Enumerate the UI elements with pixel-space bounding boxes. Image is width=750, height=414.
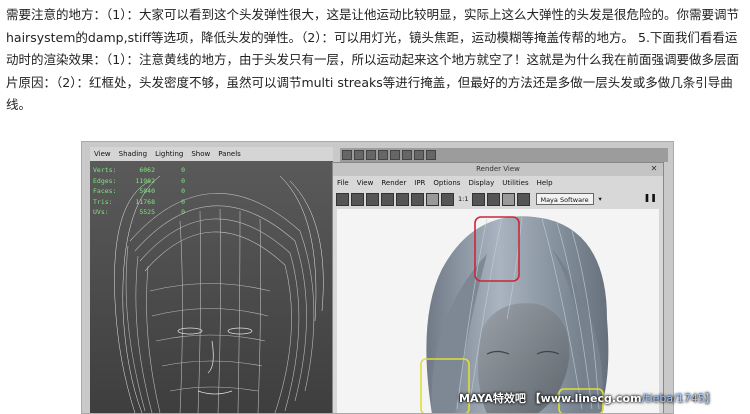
hud-value: 6062 bbox=[139, 166, 155, 174]
shelf-icon[interactable] bbox=[342, 150, 352, 160]
article-text-block: 需要注意的地方：（1）：大家可以看到这个头发弹性很大，这是让他运动比较明显，实际… bbox=[6, 4, 746, 117]
viewport-menu-lighting[interactable]: Lighting bbox=[151, 147, 187, 161]
ipr-render-icon[interactable] bbox=[351, 192, 364, 206]
render-menu-view[interactable]: View bbox=[353, 177, 378, 189]
watermark: MAYA特效吧 【www.linecg.com/tieba/1745】 bbox=[459, 390, 716, 406]
screenshot-image: View Shading Lighting Show Panels Verts:… bbox=[81, 141, 674, 414]
hud-row: UVs: 5525 0 bbox=[93, 207, 185, 218]
shelf-icon[interactable] bbox=[354, 150, 364, 160]
render-view-title: Render View bbox=[333, 163, 663, 176]
rendered-image bbox=[337, 209, 659, 413]
poly-count-hud: Verts: 6062 0 Edges: 11902 0 Faces: 5040 0 Tri… bbox=[93, 165, 185, 218]
redo-render-icon[interactable] bbox=[336, 192, 349, 206]
render-menu-options[interactable]: Options bbox=[429, 177, 464, 189]
shelf-icon[interactable] bbox=[426, 150, 436, 160]
zoom-ratio-button[interactable]: 1:1 bbox=[456, 195, 470, 203]
pause-icon[interactable]: ❚❚ bbox=[644, 193, 657, 202]
maya-viewport[interactable]: View Shading Lighting Show Panels Verts:… bbox=[90, 147, 333, 413]
shelf-icon[interactable] bbox=[414, 150, 424, 160]
refresh-icon[interactable] bbox=[366, 192, 379, 206]
hud-value: 0 bbox=[181, 176, 185, 185]
shelf-strip bbox=[340, 148, 668, 162]
render-view-window: Render View ✕ File View Render IPR Optio… bbox=[332, 162, 664, 413]
remove-image-icon[interactable] bbox=[517, 192, 531, 206]
chevron-down-icon[interactable]: ▾ bbox=[596, 195, 603, 203]
render-menu-utilities[interactable]: Utilities bbox=[498, 177, 532, 189]
hud-row: Tris: 11768 0 bbox=[93, 197, 185, 208]
keep-image-icon[interactable] bbox=[472, 192, 486, 206]
hud-key: Tris: bbox=[93, 197, 113, 206]
luminance-icon[interactable] bbox=[441, 192, 454, 206]
viewport-menu-panels[interactable]: Panels bbox=[214, 147, 245, 161]
hud-value: 0 bbox=[181, 197, 185, 206]
viewport-canvas[interactable]: Verts: 6062 0 Edges: 11902 0 Faces: 5040 0 Tri… bbox=[90, 161, 333, 413]
hud-key: Edges: bbox=[93, 176, 117, 185]
hud-row: Verts: 6062 0 bbox=[93, 165, 185, 176]
render-menu-display[interactable]: Display bbox=[464, 177, 498, 189]
render-menu-file[interactable]: File bbox=[333, 177, 353, 189]
rgb-channel-icon[interactable] bbox=[411, 192, 424, 206]
render-view-menu-bar: File View Render IPR Options Display Uti… bbox=[333, 177, 663, 189]
article-paragraph: 需要注意的地方：（1）：大家可以看到这个头发弹性很大，这是让他运动比较明显，实际… bbox=[6, 7, 739, 113]
hud-value: 5525 bbox=[139, 208, 155, 216]
shelf-icon[interactable] bbox=[366, 150, 376, 160]
hud-row: Edges: 11902 0 bbox=[93, 176, 185, 187]
hud-value: 0 bbox=[181, 187, 185, 195]
hud-value: 0 bbox=[181, 166, 185, 174]
renderer-select[interactable]: Maya Software bbox=[536, 193, 595, 205]
remove-image-icon[interactable] bbox=[487, 192, 501, 206]
hud-value: 11768 bbox=[135, 197, 155, 206]
viewport-menu-show[interactable]: Show bbox=[187, 147, 214, 161]
shelf-icon[interactable] bbox=[402, 150, 412, 160]
hud-key: Faces: bbox=[93, 187, 117, 195]
hud-value: 5040 bbox=[139, 187, 155, 195]
hud-value: 11902 bbox=[135, 176, 155, 185]
render-menu-render[interactable]: Render bbox=[377, 177, 410, 189]
viewport-menu-view[interactable]: View bbox=[90, 147, 115, 161]
viewport-menu-bar: View Shading Lighting Show Panels bbox=[90, 147, 333, 161]
hair-render-graphic bbox=[337, 209, 659, 413]
hud-value: 0 bbox=[181, 208, 185, 216]
hud-key: Verts: bbox=[93, 166, 117, 174]
snapshot-icon[interactable] bbox=[396, 192, 409, 206]
render-view-toolbar: 1:1 Maya Software ▾ bbox=[333, 190, 663, 208]
close-icon[interactable]: ✕ bbox=[649, 164, 659, 174]
render-region-icon[interactable] bbox=[381, 192, 394, 206]
watermark-main: MAYA特效吧 【www.linecg.com bbox=[459, 392, 642, 405]
hud-key: UVs: bbox=[93, 208, 109, 216]
watermark-tail: /tieba/1745】 bbox=[641, 392, 716, 405]
hud-row: Faces: 5040 0 bbox=[93, 186, 185, 197]
alpha-channel-icon[interactable] bbox=[426, 192, 439, 206]
shelf-icon[interactable] bbox=[390, 150, 400, 160]
viewport-menu-shading[interactable]: Shading bbox=[115, 147, 151, 161]
keep-image-icon[interactable] bbox=[502, 192, 516, 206]
render-menu-ipr[interactable]: IPR bbox=[410, 177, 429, 189]
shelf-icon[interactable] bbox=[378, 150, 388, 160]
render-menu-help[interactable]: Help bbox=[533, 177, 557, 189]
